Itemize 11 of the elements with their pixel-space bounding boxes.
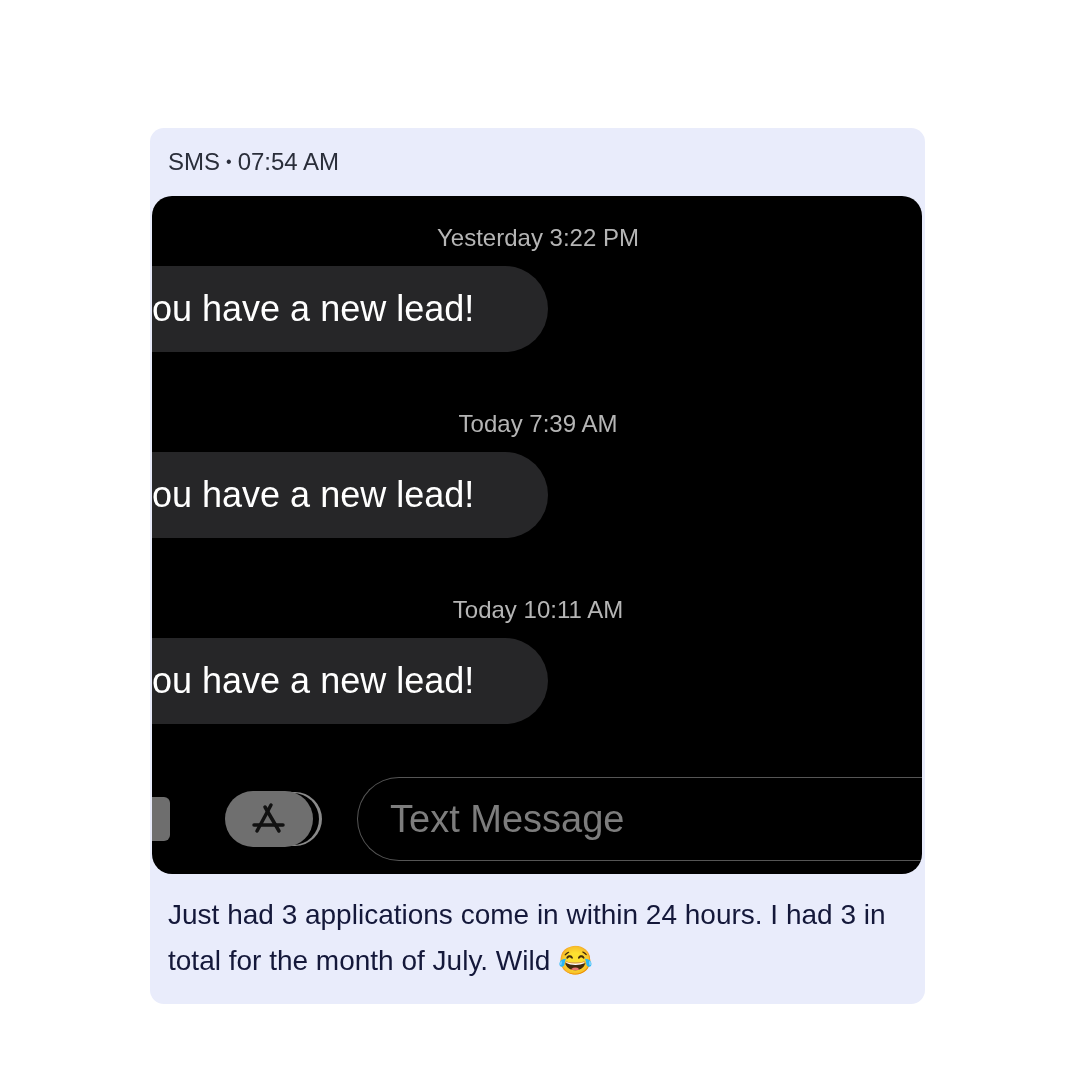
message-bubble: ou have a new lead! xyxy=(152,266,548,352)
sms-time: 07:54 AM xyxy=(237,148,340,176)
text-message-field[interactable]: Text Message xyxy=(357,777,922,861)
message-timestamp: Yesterday 3:22 PM xyxy=(436,224,640,253)
message-bubble: ou have a new lead! xyxy=(152,638,548,724)
message-bubble: ou have a new lead! xyxy=(152,452,548,538)
separator-dot: • xyxy=(226,153,232,171)
caption-text: Just had 3 applications come in within 24 hours. I had 3 in total for the month of July. Wild 😂 xyxy=(168,898,887,978)
message-timestamp: Today 10:11 AM xyxy=(451,596,625,625)
message-timestamp: Today 7:39 AM xyxy=(457,410,619,439)
sms-label: SMS xyxy=(168,148,220,176)
